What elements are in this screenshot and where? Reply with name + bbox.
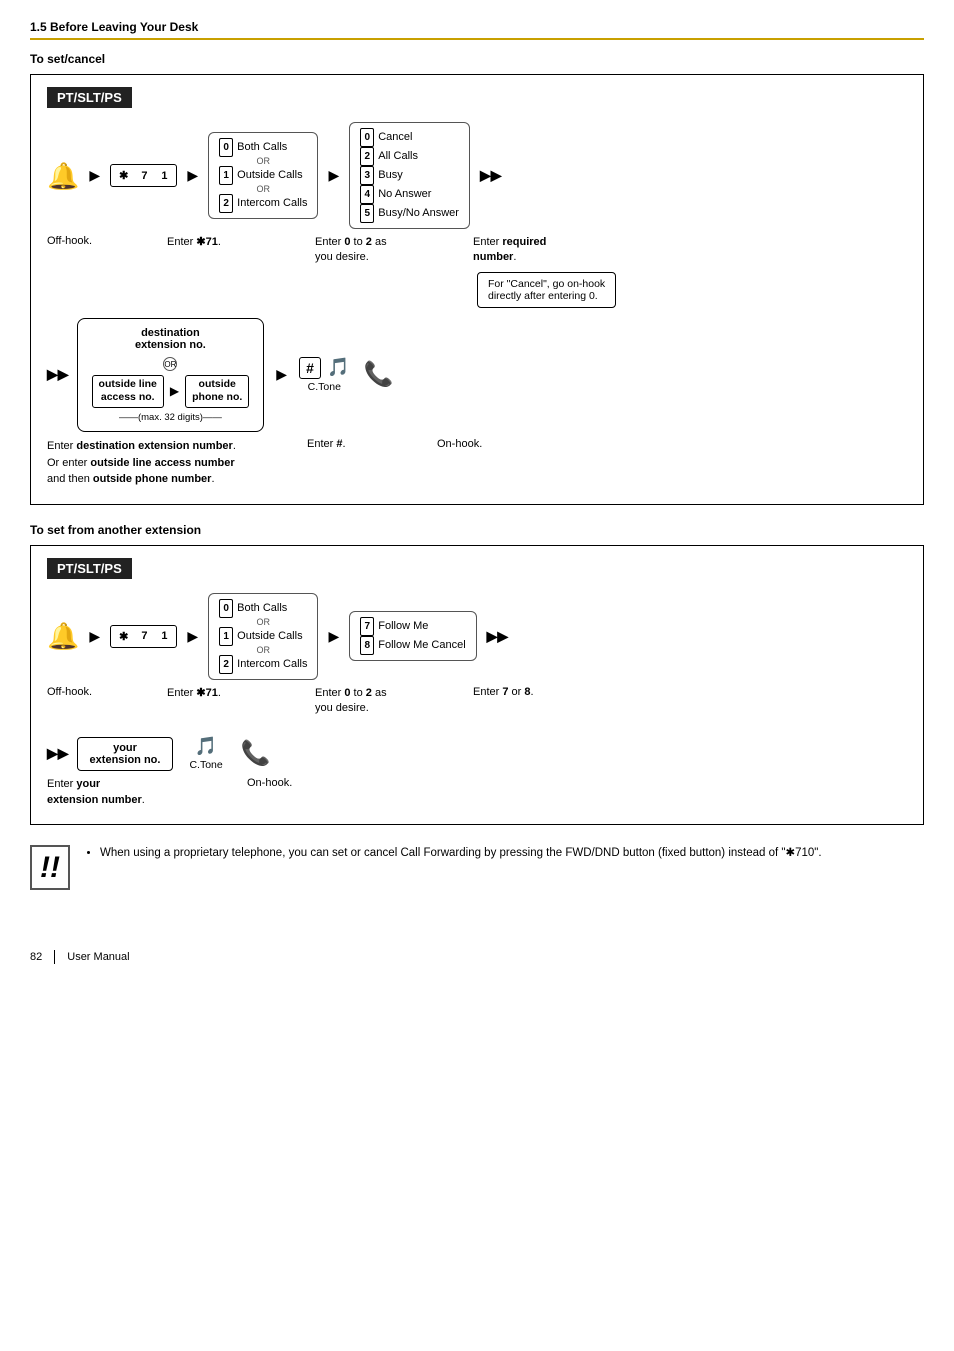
set-another-title: To set from another extension	[30, 523, 924, 537]
onhook-icon-2: 📞	[241, 739, 271, 768]
footer-divider	[54, 950, 55, 964]
cancel-note-box: For "Cancel", go on-hook directly after …	[477, 272, 616, 308]
arrow-5: ▶	[89, 628, 100, 645]
footer-label: User Manual	[67, 951, 129, 963]
flow2-labels: Enter destination extension number. Or e…	[47, 438, 907, 488]
hash-ctone-group: # 🎵 C.Tone	[299, 357, 349, 393]
keys-star71-2: ✱ 7 1	[110, 625, 177, 648]
ext-no-box: yourextension no.	[77, 737, 174, 771]
ctone-icon: 🎵	[327, 357, 349, 378]
another-flow1-labels: Off-hook. Enter ✱71. Enter 0 to 2 asyou …	[47, 686, 907, 717]
another-flow2-labels: Enter yourextension number. On-hook.	[47, 777, 907, 808]
info-icon: !!	[30, 845, 70, 890]
another-ctone-group: 🎵 C.Tone	[189, 736, 222, 771]
key-1-1: 1	[155, 168, 173, 184]
arrow-7: ▶	[328, 628, 339, 645]
options-box-4: 7Follow Me 8Follow Me Cancel	[349, 611, 476, 661]
phone-icon-2: 🔔	[47, 621, 79, 652]
double-arrow-4: ▶▶	[47, 745, 69, 762]
another-flow2: ▶▶ yourextension no. 🎵 C.Tone 📞	[47, 736, 907, 771]
hash-btn: #	[299, 357, 321, 379]
key-7-1: 7	[135, 168, 153, 184]
double-arrow-2: ▶▶	[47, 366, 69, 383]
set-cancel-flow1: 🔔 ▶ ✱ 7 1 ▶ 0 Both Calls OR 1 Outsi	[47, 122, 907, 229]
double-arrow-1: ▶▶	[480, 167, 502, 184]
label-onhook-2: On-hook.	[247, 777, 292, 789]
onhook-icon-1: 📞	[364, 360, 394, 389]
key-star-1: ✱	[114, 167, 133, 184]
set-cancel-box: PT/SLT/PS 🔔 ▶ ✱ 7 1 ▶ 0 Both Calls	[30, 74, 924, 505]
set-cancel-box-label: PT/SLT/PS	[47, 87, 132, 108]
options-box-3: 0Both Calls OR 1Outside Calls OR 2Interc…	[208, 593, 318, 680]
label-required-1: Enter requirednumber.	[473, 235, 633, 266]
section-header: 1.5 Before Leaving Your Desk	[30, 20, 924, 40]
set-cancel-title: To set/cancel	[30, 52, 924, 66]
options-box-1: 0 Both Calls OR 1 Outside Calls OR 2 Int…	[208, 132, 318, 219]
page-footer: 82 User Manual	[30, 950, 924, 964]
another-flow1: 🔔 ▶ ✱ 7 1 ▶ 0Both Calls OR 1Outside Call…	[47, 593, 907, 680]
label-hash: Enter #.	[307, 438, 437, 450]
label-offhook-1: Off-hook.	[47, 235, 167, 247]
dest-bracket-group: destinationextension no. OR outside line…	[77, 318, 265, 432]
info-note: !! When using a proprietary telephone, y…	[30, 845, 924, 890]
ctone-label: C.Tone	[308, 381, 341, 393]
phone-icon-1: 🔔	[47, 163, 79, 189]
section-title: 1.5 Before Leaving Your Desk	[30, 20, 198, 34]
options-box-2: 0Cancel 2All Calls 3Busy 4No Answer 5Bus…	[349, 122, 470, 229]
arrow-6: ▶	[187, 628, 198, 645]
set-another-box-label: PT/SLT/PS	[47, 558, 132, 579]
sub-arrow: ▶	[170, 384, 179, 398]
set-cancel-flow2: ▶▶ destinationextension no. OR outside l…	[47, 318, 907, 432]
label-onhook-1: On-hook.	[437, 438, 482, 450]
label-enter71-1: Enter ✱71.	[167, 235, 315, 248]
label-enter02-1: Enter 0 to 2 asyou desire.	[315, 235, 473, 266]
keys-star71-1: ✱ 7 1	[110, 164, 177, 187]
cancel-note-container: For "Cancel", go on-hook directly after …	[477, 272, 907, 308]
flow1-labels: Off-hook. Enter ✱71. Enter 0 to 2 asyou …	[47, 235, 907, 266]
footer-page-number: 82	[30, 951, 42, 963]
info-note-text: When using a proprietary telephone, you …	[100, 847, 822, 859]
double-arrow-3: ▶▶	[487, 628, 509, 645]
label-ext-num: Enter yourextension number.	[47, 777, 247, 808]
arrow-2: ▶	[187, 167, 198, 184]
arrow-3: ▶	[328, 167, 339, 184]
arrow-4: ▶	[276, 366, 287, 383]
arrow-1: ▶	[89, 167, 100, 184]
label-dest: Enter destination extension number. Or e…	[47, 438, 307, 488]
set-another-box: PT/SLT/PS 🔔 ▶ ✱ 7 1 ▶ 0Both Calls OR 1Ou…	[30, 545, 924, 826]
